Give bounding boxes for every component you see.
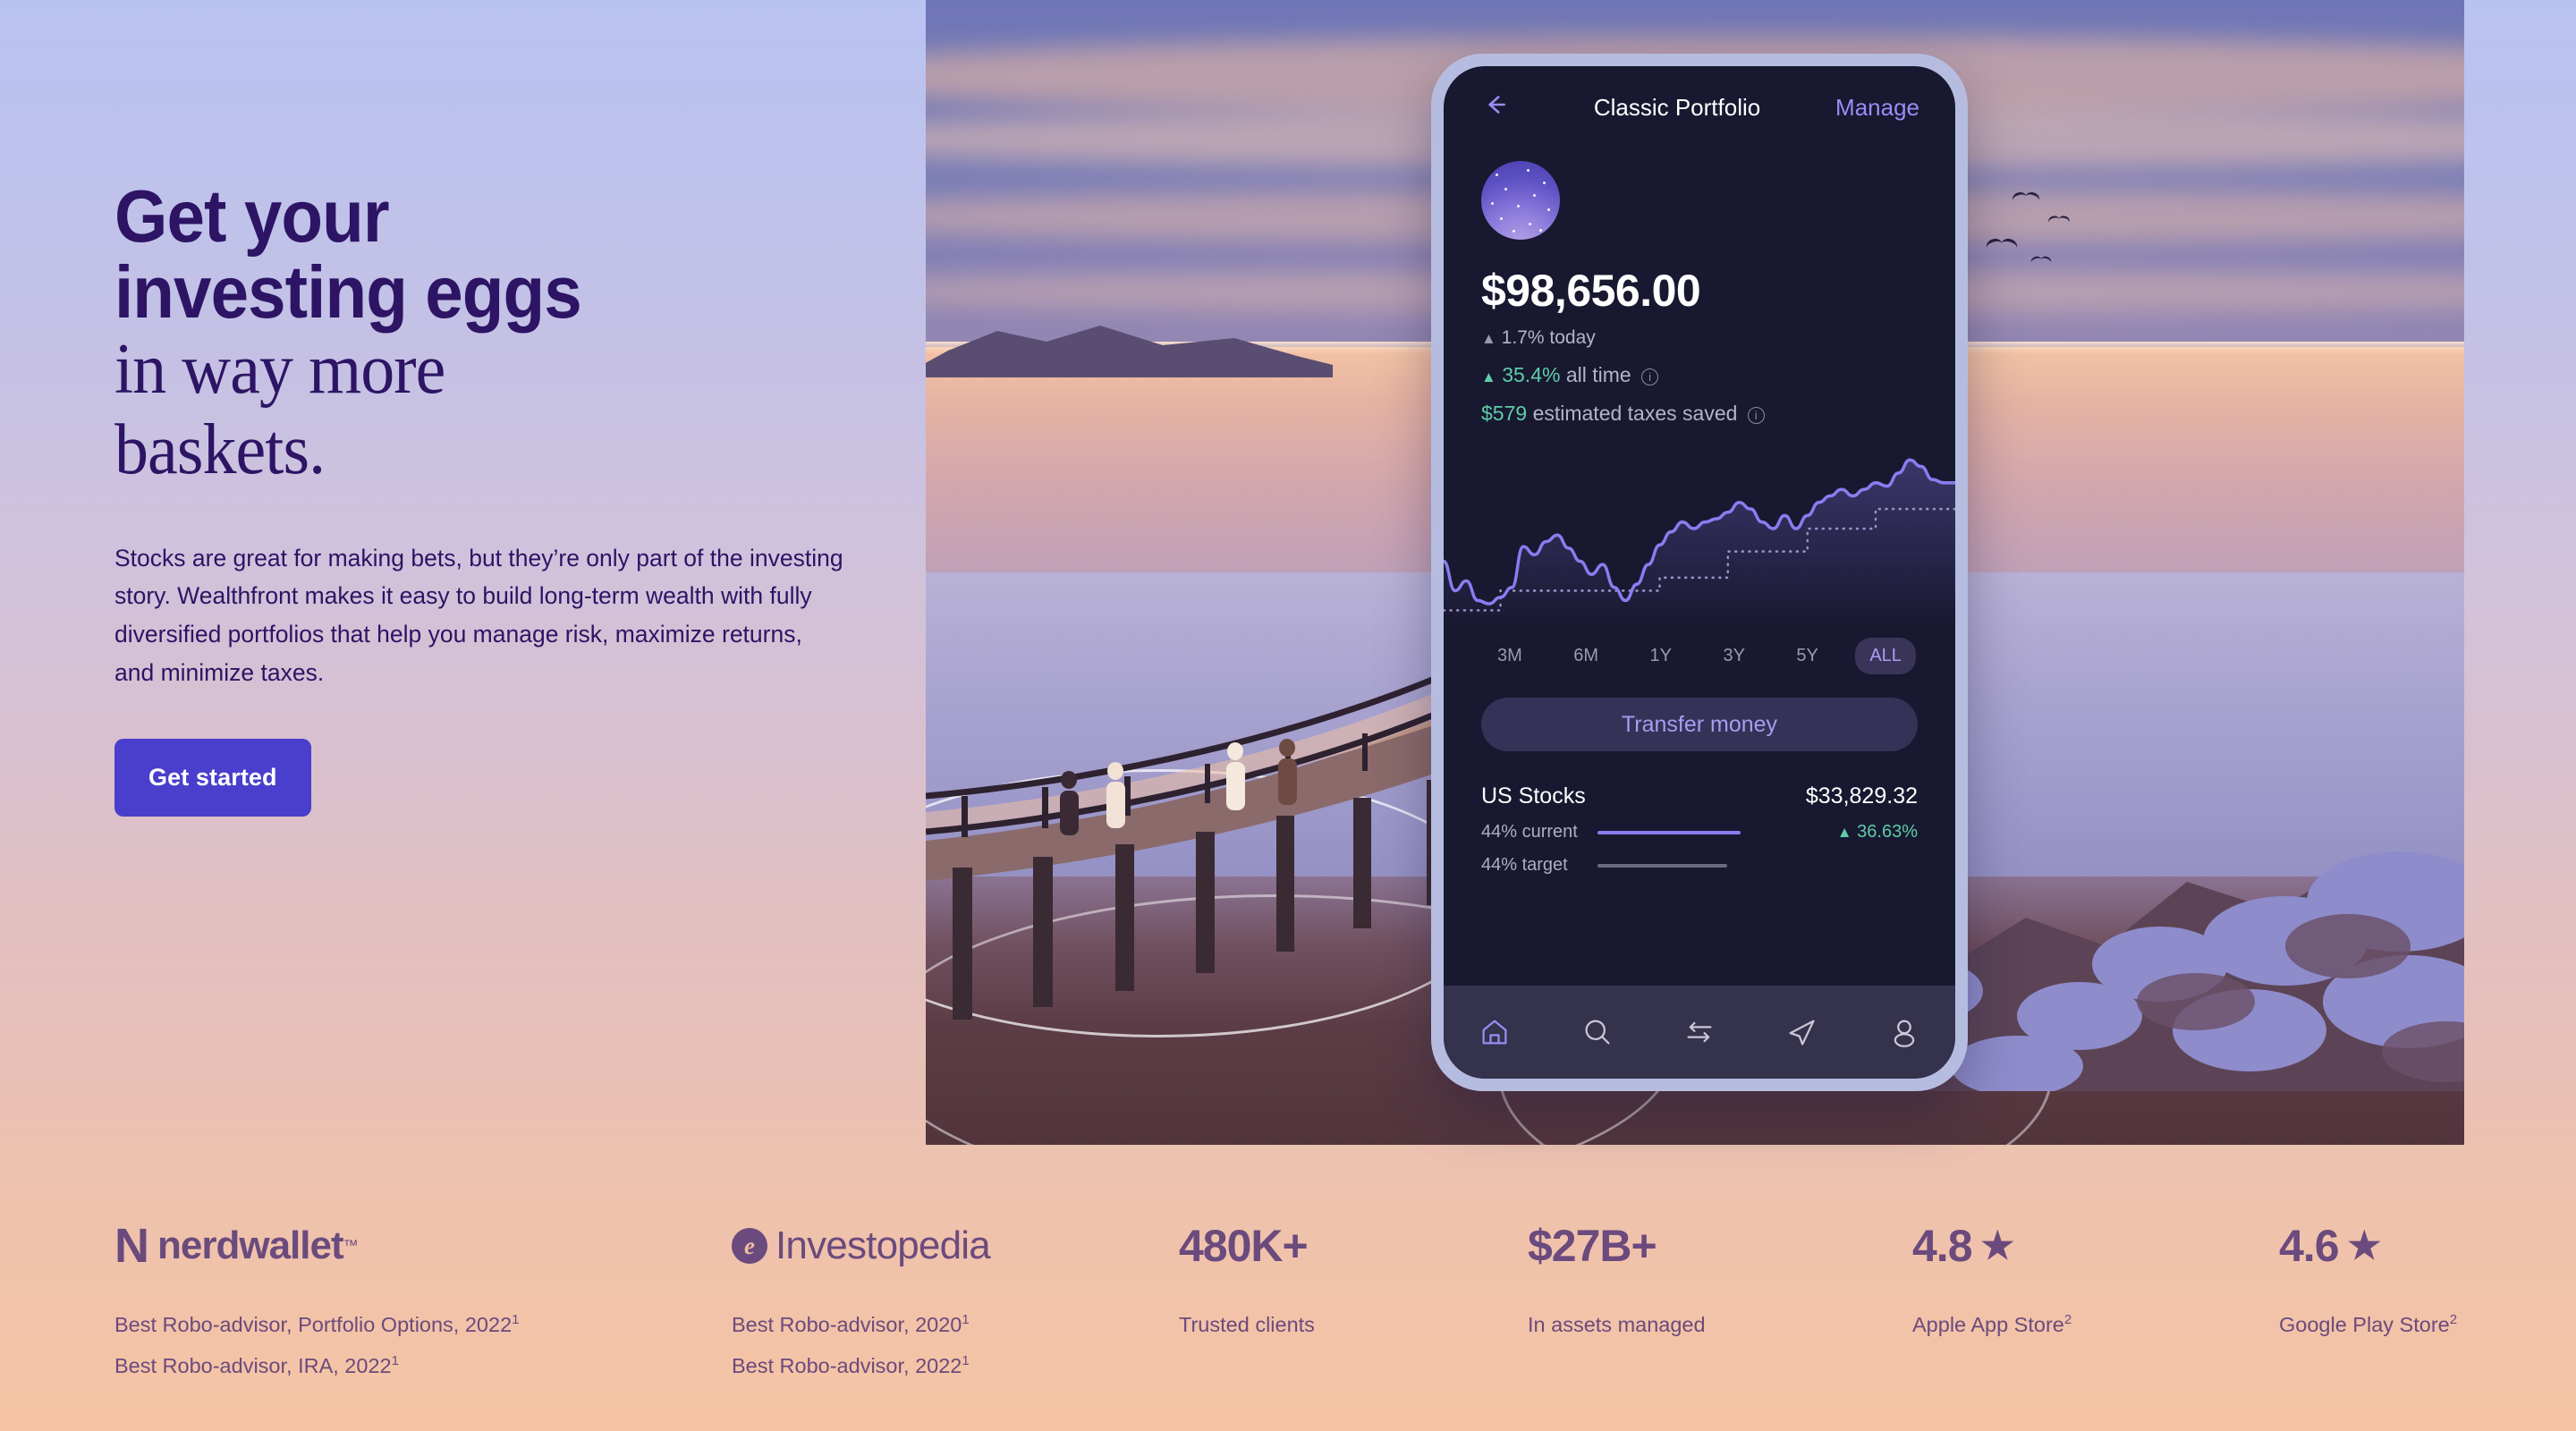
manage-link[interactable]: Manage: [1835, 94, 1919, 122]
clients-value: 480K+: [1179, 1221, 1309, 1271]
headline-bold-line-1: Get your: [114, 174, 390, 258]
headline-bold-line-2: investing eggs: [114, 250, 582, 334]
transfer-money-button[interactable]: Transfer money: [1481, 698, 1918, 751]
holding-target-row: 44% target: [1481, 855, 1918, 876]
hero-section: Get your investing eggs in way more bask…: [0, 0, 2576, 1149]
taxes-saved-row: $579 estimated taxes saved i: [1481, 402, 1955, 426]
footer-col-investopedia: e Investopedia Best Robo-advisor, 20201 …: [732, 1221, 1179, 1387]
assets-value: $27B+: [1528, 1221, 1657, 1271]
investopedia-awards: Best Robo-advisor, 20201 Best Robo-advis…: [732, 1305, 1179, 1387]
holding-name: US Stocks: [1481, 783, 1586, 809]
star-icon: ★: [2347, 1224, 2382, 1266]
search-icon[interactable]: [1581, 1016, 1614, 1048]
nerdwallet-logo: N nerdwallet ™: [114, 1221, 732, 1271]
range-1y[interactable]: 1Y: [1636, 638, 1686, 674]
investopedia-mark: e: [732, 1228, 767, 1264]
range-all[interactable]: ALL: [1855, 638, 1916, 674]
clients-label: Trusted clients: [1179, 1313, 1315, 1336]
star-icon: ★: [1980, 1224, 2015, 1266]
headline-serif-line-1: in way more: [114, 330, 445, 410]
bird-icon: [2031, 257, 2052, 267]
page-title: Get your investing eggs in way more bask…: [114, 174, 884, 491]
time-range-selector[interactable]: 3M 6M 1Y 3Y 5Y ALL: [1444, 629, 1955, 674]
headland: [926, 326, 1333, 377]
hero-description: Stocks are great for making bets, but th…: [114, 544, 843, 687]
bird-icon: [1987, 239, 2018, 253]
headline-serif-line-2: baskets.: [114, 410, 326, 489]
apple-store-label: Apple App Store: [1912, 1313, 2064, 1336]
footer-grid: N nerdwallet ™ Best Robo-advisor, Portfo…: [114, 1221, 2462, 1387]
holding-current-row: 44% current ▲ 36.63%: [1481, 822, 1918, 843]
send-icon[interactable]: [1785, 1016, 1818, 1048]
nerdwallet-wordmark: nerdwallet: [157, 1224, 344, 1267]
alltime-label: all time: [1565, 363, 1631, 386]
apple-rating-value: 4.8: [1912, 1221, 1973, 1271]
transfer-icon[interactable]: [1683, 1016, 1716, 1048]
taxes-saved-value: $579: [1481, 402, 1528, 425]
bottom-nav: [1444, 986, 1955, 1079]
portfolio-balance: $98,656.00: [1481, 266, 1701, 316]
bird-icon: [2048, 216, 2070, 225]
footer-stat-assets: $27B+ In assets managed: [1528, 1221, 1912, 1387]
profile-icon[interactable]: [1888, 1016, 1920, 1048]
back-arrow-icon[interactable]: [1479, 89, 1519, 125]
trademark-icon: ™: [343, 1237, 359, 1254]
assets-label: In assets managed: [1528, 1313, 1706, 1336]
investopedia-wordmark: Investopedia: [775, 1224, 991, 1267]
alltime-return-row: ▲ 35.4% all time i: [1481, 363, 1955, 387]
today-change: ▲ 1.7% today: [1481, 327, 1955, 349]
phone-mockup: Classic Portfolio Manage $98,656.00 ▲ 1.…: [1431, 54, 1968, 1091]
holding-change: ▲ 36.63%: [1837, 822, 1918, 843]
taxes-saved-label: estimated taxes saved: [1532, 402, 1738, 425]
today-change-value: 1.7% today: [1501, 327, 1596, 348]
footer-stat-google: 4.6 ★ Google Play Store2: [2279, 1221, 2458, 1336]
footer-stat-apple: 4.8 ★ Apple App Store2: [1912, 1221, 2072, 1336]
holding-value: $33,829.32: [1805, 783, 1918, 809]
holding-us-stocks[interactable]: US Stocks $33,829.32 44% current ▲ 36.63…: [1481, 783, 1918, 876]
footer-col-nerdwallet: N nerdwallet ™ Best Robo-advisor, Portfo…: [114, 1221, 732, 1387]
google-store-label: Google Play Store: [2279, 1313, 2450, 1336]
nerdwallet-mark: N: [114, 1219, 149, 1273]
holding-current-label: 44% current: [1481, 822, 1578, 842]
alltime-value: 35.4%: [1502, 363, 1561, 386]
range-3m[interactable]: 3M: [1483, 638, 1537, 674]
app-header: Classic Portfolio Manage: [1444, 66, 1955, 131]
starfield-avatar: [1481, 161, 1560, 240]
app-title: Classic Portfolio: [1593, 93, 1761, 121]
holding-change-value: 36.63%: [1857, 822, 1918, 842]
footer-stat-clients: 480K+ Trusted clients: [1179, 1221, 1528, 1387]
nerdwallet-awards: Best Robo-advisor, Portfolio Options, 20…: [114, 1305, 732, 1387]
target-allocation-bar: [1597, 863, 1727, 868]
range-3y[interactable]: 3Y: [1708, 638, 1758, 674]
range-5y[interactable]: 5Y: [1782, 638, 1832, 674]
triangle-up-icon: ▲: [1481, 330, 1496, 347]
bird-icon: [2012, 192, 2039, 205]
home-icon[interactable]: [1479, 1016, 1511, 1048]
award-line: Best Robo-advisor, IRA, 20221: [114, 1352, 399, 1377]
phone-screen: Classic Portfolio Manage $98,656.00 ▲ 1.…: [1444, 66, 1955, 1079]
google-rating-value: 4.6: [2279, 1221, 2340, 1271]
award-line: Best Robo-advisor, Portfolio Options, 20…: [114, 1312, 520, 1336]
portfolio-chart[interactable]: [1444, 436, 1955, 629]
award-line: Best Robo-advisor, 20221: [732, 1352, 970, 1377]
hero-copy: Get your investing eggs in way more bask…: [114, 174, 884, 817]
triangle-up-icon: ▲: [1836, 824, 1852, 841]
awards-footer: N nerdwallet ™ Best Robo-advisor, Portfo…: [0, 1149, 2576, 1431]
triangle-up-icon: ▲: [1481, 368, 1496, 385]
holding-target-label: 44% target: [1481, 855, 1568, 875]
portfolio-chart-svg: [1444, 458, 1955, 629]
investopedia-logo: e Investopedia: [732, 1221, 1179, 1271]
current-allocation-bar: [1597, 830, 1741, 834]
info-icon[interactable]: i: [1641, 368, 1659, 385]
award-line: Best Robo-advisor, 20201: [732, 1312, 970, 1336]
range-6m[interactable]: 6M: [1559, 638, 1613, 674]
info-icon[interactable]: i: [1747, 407, 1765, 424]
get-started-button[interactable]: Get started: [114, 739, 311, 817]
